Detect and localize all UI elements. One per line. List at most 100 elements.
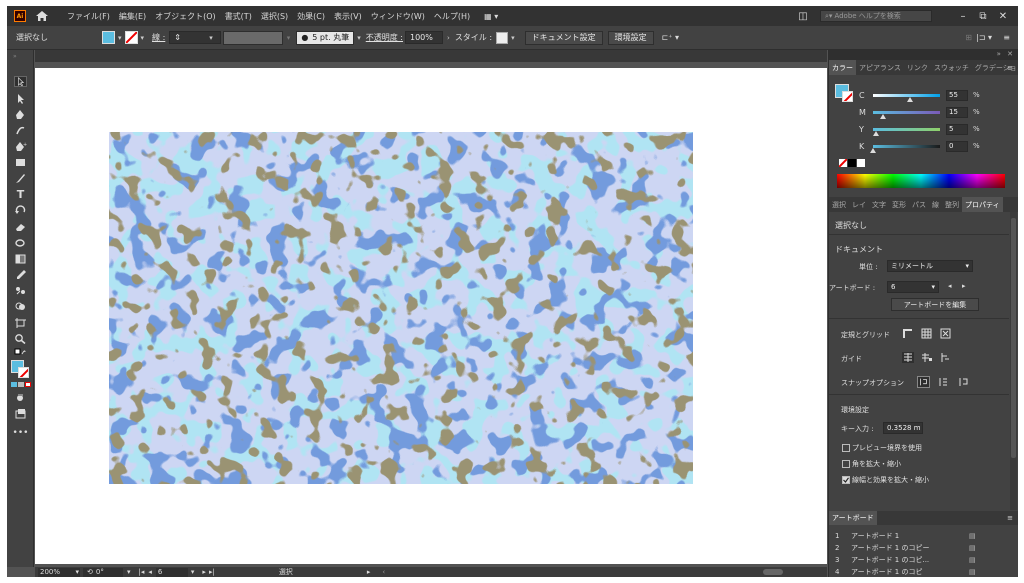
tab-links[interactable]: リンク	[904, 63, 931, 73]
scroll-left-icon[interactable]: ‹	[382, 568, 385, 576]
type-tool-icon[interactable]: T	[14, 188, 27, 201]
cyan-slider[interactable]	[873, 93, 940, 102]
color-mode-buttons[interactable]	[11, 382, 31, 387]
close-dock-icon[interactable]: ✕	[1007, 50, 1013, 58]
tab-swatches[interactable]: スウォッチ	[931, 63, 972, 73]
tab-artboards[interactable]: アートボード	[829, 511, 877, 525]
color-panel-menu-icon[interactable]: ≡	[1007, 64, 1013, 72]
none-swatch-icon[interactable]	[839, 159, 847, 167]
cyan-slider-thumb[interactable]	[906, 96, 913, 102]
menu-window[interactable]: ウィンドウ(W)	[371, 11, 425, 22]
eyedropper-tool-icon[interactable]	[14, 269, 27, 280]
tab-character[interactable]: 文字	[869, 200, 889, 210]
artboard-row-2[interactable]: 2 アートボード 1 のコピー ▤	[829, 543, 1009, 553]
control-bar-menu-icon[interactable]: ≡	[1003, 33, 1010, 42]
canvas-area[interactable]	[35, 62, 827, 567]
scale-strokes-checkbox[interactable]	[842, 476, 850, 484]
gradient-tool-icon[interactable]	[14, 253, 27, 264]
first-artboard-icon[interactable]: |◂	[139, 568, 145, 576]
artboard-row-3[interactable]: 3 アートボード 1 のコピ... ▤	[829, 555, 1009, 565]
artboard-options-icon[interactable]: ▤	[969, 544, 976, 552]
tab-layers[interactable]: レイ	[849, 200, 869, 210]
collapse-dock-icon[interactable]: »	[997, 50, 1001, 58]
minimize-icon[interactable]: –	[954, 11, 972, 22]
brush-definition[interactable]: ● 5 pt. 丸筆	[296, 30, 355, 45]
artboard-dropdown[interactable]: 6 ▾	[887, 281, 939, 293]
selection-tool-icon[interactable]	[14, 76, 27, 87]
black-swatch[interactable]	[848, 159, 856, 167]
black-slider-thumb[interactable]	[870, 147, 876, 153]
opacity-arrow-icon[interactable]: ›	[447, 34, 450, 42]
arrange-documents-icon[interactable]: ◫	[794, 11, 812, 22]
rulers-icon[interactable]	[902, 328, 913, 339]
pixel-grid-icon[interactable]	[940, 328, 951, 339]
black-slider[interactable]	[870, 144, 940, 153]
white-swatch[interactable]	[857, 159, 865, 167]
menu-effect[interactable]: 効果(C)	[297, 11, 325, 22]
color-spectrum-bar[interactable]	[837, 174, 1005, 188]
rotate-view-field[interactable]: ⟲ 0°	[83, 567, 123, 577]
scale-corners-checkbox[interactable]	[842, 460, 850, 468]
show-guides-icon[interactable]	[902, 352, 914, 363]
properties-scroll-thumb[interactable]	[1011, 218, 1016, 458]
camouflage-pattern-artwork[interactable]	[109, 132, 693, 484]
artboard-options-icon[interactable]: ▤	[969, 568, 976, 576]
yellow-slider[interactable]	[873, 127, 940, 136]
tab-color[interactable]: カラー	[829, 60, 856, 75]
opacity-field[interactable]: 100%	[405, 31, 443, 44]
toolbar-grip[interactable]: »	[13, 53, 17, 60]
yellow-slider-thumb[interactable]	[873, 130, 880, 136]
artboard-tool-icon[interactable]	[14, 317, 27, 328]
rotate-dropdown-icon[interactable]: ▾	[127, 568, 131, 576]
home-icon[interactable]	[36, 11, 48, 21]
edit-artboard-button[interactable]: アートボードを編集	[891, 298, 979, 311]
curvature-tool-icon[interactable]	[14, 125, 27, 136]
direct-selection-tool-icon[interactable]	[14, 93, 27, 104]
document-setup-button[interactable]: ドキュメント設定	[524, 30, 603, 45]
artboard-options-icon[interactable]: ▤	[969, 556, 976, 564]
artboard-options-icon[interactable]: ▤	[969, 532, 976, 540]
paintbrush-tool-icon[interactable]	[14, 173, 27, 184]
zoom-tool-icon[interactable]	[14, 333, 27, 344]
edit-toolbar-icon[interactable]: •••	[13, 427, 29, 438]
menu-select[interactable]: 選択(S)	[261, 11, 288, 22]
stroke-weight-field[interactable]: ⇕	[169, 31, 222, 44]
artboard-next-icon[interactable]: ▸	[962, 282, 966, 290]
horizontal-scrollbar[interactable]	[763, 569, 783, 575]
fill-swatch[interactable]	[102, 31, 115, 44]
drawing-mode-icon[interactable]	[14, 392, 27, 403]
magenta-slider-thumb[interactable]	[880, 113, 887, 119]
cyan-value-field[interactable]: 55	[946, 89, 968, 101]
rotate-tool-icon[interactable]	[14, 205, 27, 216]
fill-dropdown-icon[interactable]: ▾	[118, 34, 122, 42]
graphic-style-swatch[interactable]	[496, 31, 509, 44]
menu-object[interactable]: オブジェクト(O)	[155, 11, 216, 22]
menu-type[interactable]: 書式(T)	[225, 11, 252, 22]
zoom-field[interactable]: 200% ▾	[38, 567, 80, 577]
help-search-input[interactable]: ⌕▾ Adobe ヘルプを検索	[820, 10, 932, 22]
artboard-row-1[interactable]: 1 アートボード 1 ▤	[829, 531, 1009, 541]
preview-bounds-checkbox[interactable]	[842, 444, 850, 452]
screen-mode-icon[interactable]	[14, 408, 27, 419]
snap-to-point-icon[interactable]	[917, 376, 930, 388]
restore-icon[interactable]: ⧉	[974, 11, 992, 22]
magenta-value-field[interactable]: 15	[946, 106, 968, 118]
style-dropdown-icon[interactable]: ▾	[511, 34, 515, 42]
tab-properties[interactable]: プロパティ	[962, 197, 1003, 212]
magenta-slider[interactable]	[873, 110, 940, 119]
menu-file[interactable]: ファイル(F)	[67, 11, 110, 22]
shape-builder-tool-icon[interactable]	[14, 301, 27, 312]
stroke-weight-dropdown-icon[interactable]: ▾	[209, 34, 213, 42]
artboard-number-field[interactable]: 6	[155, 567, 188, 577]
workspace-switcher-icon[interactable]: ▦ ▾	[484, 12, 498, 21]
width-tool-icon[interactable]	[14, 237, 27, 248]
tab-align[interactable]: 整列	[942, 200, 962, 210]
properties-scrollbar[interactable]	[1010, 212, 1017, 510]
snap-to-pixel-icon[interactable]	[937, 376, 950, 388]
last-artboard-icon[interactable]: ▸|	[209, 568, 215, 576]
preferences-button[interactable]: 環境設定	[607, 30, 654, 45]
brush-dropdown-icon[interactable]: ▾	[357, 34, 361, 42]
opacity-label[interactable]: 不透明度 :	[366, 32, 403, 43]
stroke-dropdown-icon[interactable]: ▾	[141, 34, 145, 42]
artboard-prev-icon[interactable]: ◂	[948, 282, 952, 290]
